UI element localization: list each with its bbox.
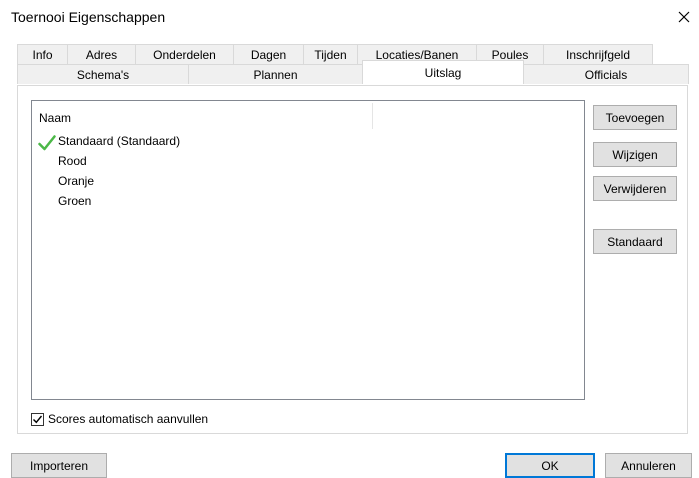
- column-separator[interactable]: [372, 103, 373, 129]
- tab-plannen[interactable]: Plannen: [188, 64, 363, 84]
- tab-info[interactable]: Info: [17, 44, 68, 64]
- checkbox-box[interactable]: [31, 412, 44, 426]
- tab-onderdelen[interactable]: Onderdelen: [135, 44, 234, 64]
- delete-button[interactable]: Verwijderen: [593, 176, 677, 201]
- ok-button[interactable]: OK: [505, 453, 595, 478]
- set-default-button[interactable]: Standaard: [593, 229, 677, 254]
- tab-schemas[interactable]: Schema's: [17, 64, 189, 84]
- tab-adres[interactable]: Adres: [67, 44, 136, 64]
- edit-button[interactable]: Wijzigen: [593, 142, 677, 167]
- auto-fill-scores-checkbox[interactable]: Scores automatisch aanvullen: [31, 412, 208, 426]
- checkbox-check-icon: [33, 415, 43, 423]
- checkbox-label: Scores automatisch aanvullen: [48, 412, 209, 426]
- list-header: Naam: [32, 101, 584, 131]
- import-button[interactable]: Importeren: [11, 453, 107, 478]
- list-item[interactable]: Groen: [58, 194, 91, 208]
- checkmark-icon: [38, 135, 56, 151]
- list-item[interactable]: Oranje: [58, 174, 94, 188]
- add-button[interactable]: Toevoegen: [593, 105, 677, 130]
- tab-row-bottom: Schema's Plannen Uitslag Officials: [17, 60, 689, 84]
- tab-tijden[interactable]: Tijden: [303, 44, 358, 64]
- result-type-list[interactable]: Naam Standaard (Standaard) Rood Oranje G…: [31, 100, 585, 400]
- cancel-button[interactable]: Annuleren: [605, 453, 692, 478]
- list-item[interactable]: Rood: [58, 154, 87, 168]
- tab-officials[interactable]: Officials: [523, 64, 689, 84]
- tab-uitslag[interactable]: Uitslag: [362, 60, 524, 84]
- column-header-naam[interactable]: Naam: [39, 111, 71, 125]
- tab-row-top: Info Adres Onderdelen Dagen Tijden Locat…: [17, 44, 653, 64]
- tab-dagen[interactable]: Dagen: [233, 44, 304, 64]
- window-title: Toernooi Eigenschappen: [11, 9, 166, 25]
- tab-inschrijfgeld[interactable]: Inschrijfgeld: [543, 44, 653, 64]
- list-item[interactable]: Standaard (Standaard): [58, 134, 180, 148]
- close-icon[interactable]: [672, 5, 696, 29]
